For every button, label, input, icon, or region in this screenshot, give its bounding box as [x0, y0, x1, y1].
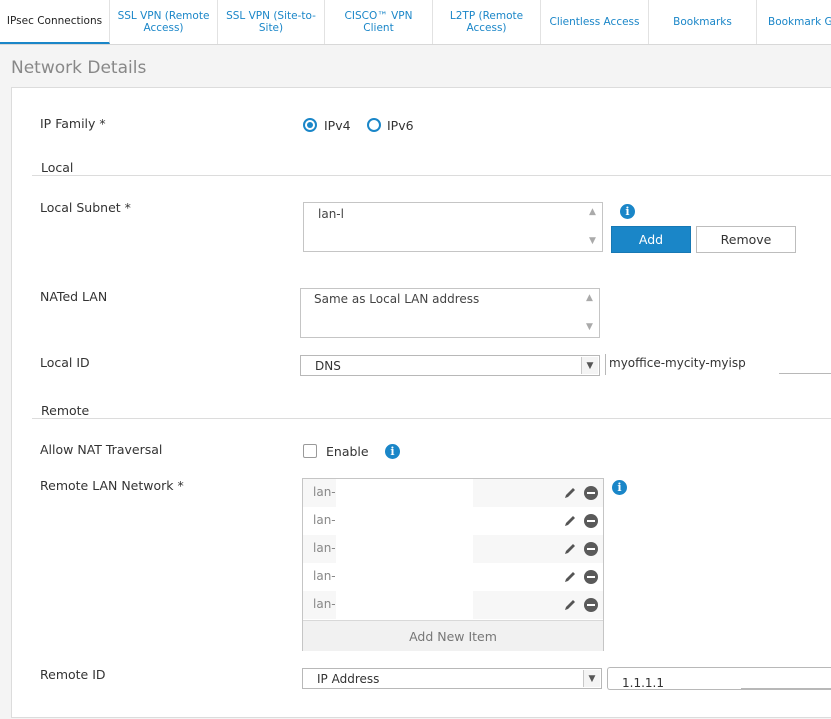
list-item-label: lan-	[313, 541, 336, 555]
scroll-up-icon[interactable]: ▲	[586, 294, 593, 303]
chevron-down-icon[interactable]: ▼	[583, 670, 600, 687]
pencil-icon[interactable]	[563, 514, 577, 528]
pencil-icon[interactable]	[563, 486, 577, 500]
remote-id-value: 1.1.1.1	[622, 676, 664, 690]
list-item[interactable]: lan-	[303, 479, 603, 507]
ipv6-radio-label: IPv6	[387, 118, 414, 133]
minus-circle-icon[interactable]	[584, 514, 598, 528]
scroll-down-icon[interactable]: ▼	[586, 323, 593, 332]
minus-circle-icon[interactable]	[584, 486, 598, 500]
nat-traversal-checkbox-label: Enable	[326, 444, 369, 459]
local-id-label: Local ID	[40, 355, 90, 370]
minus-circle-icon[interactable]	[584, 598, 598, 612]
section-title: Network Details	[11, 58, 147, 78]
remote-divider	[32, 418, 831, 419]
remote-id-type-value: IP Address	[317, 672, 380, 686]
ipv4-radio-label: IPv4	[324, 118, 351, 133]
local-subnet-label: Local Subnet *	[40, 200, 131, 215]
tab-ssl-vpn-remote-access[interactable]: SSL VPN (Remote Access)	[110, 0, 218, 44]
nat-traversal-checkbox[interactable]	[303, 444, 317, 458]
remote-id-field-end	[741, 668, 831, 689]
pencil-icon[interactable]	[563, 570, 577, 584]
local-subnet-scrollbar[interactable]: ▲ ▼	[586, 203, 602, 251]
info-icon[interactable]: i	[620, 204, 635, 219]
pencil-icon[interactable]	[563, 542, 577, 556]
scroll-down-icon[interactable]: ▼	[589, 237, 596, 246]
local-divider	[32, 175, 831, 176]
chevron-down-icon[interactable]: ▼	[581, 357, 598, 374]
list-item[interactable]: lan-	[303, 591, 603, 619]
local-heading: Local	[41, 160, 74, 175]
add-new-item-button[interactable]: Add New Item	[303, 620, 603, 651]
tab-clientless-access[interactable]: Clientless Access	[541, 0, 649, 44]
remote-lan-network-list: lan- lan- lan- lan- lan- Add New Item	[302, 478, 604, 651]
list-item-label: lan-	[313, 485, 336, 499]
nated-lan-field[interactable]: Same as Local LAN address ▲ ▼	[300, 288, 600, 338]
list-item[interactable]: lan-	[303, 563, 603, 591]
scroll-up-icon[interactable]: ▲	[589, 208, 596, 217]
tab-ssl-vpn-site-to-site[interactable]: SSL VPN (Site-to-Site)	[218, 0, 325, 44]
tab-l2tp-remote-access[interactable]: L2TP (Remote Access)	[433, 0, 541, 44]
pencil-icon[interactable]	[563, 598, 577, 612]
ip-family-label: IP Family *	[40, 116, 106, 131]
list-item-label: lan-	[313, 597, 336, 611]
nat-traversal-label: Allow NAT Traversal	[40, 442, 163, 457]
local-id-type-value: DNS	[315, 359, 341, 373]
nated-lan-label: NATed LAN	[40, 289, 108, 304]
ipv6-radio[interactable]	[367, 118, 381, 132]
nated-lan-value: Same as Local LAN address	[314, 292, 480, 306]
minus-circle-icon[interactable]	[584, 570, 598, 584]
tab-cisco-vpn-client[interactable]: CISCO™ VPN Client	[325, 0, 433, 44]
minus-circle-icon[interactable]	[584, 542, 598, 556]
remote-lan-network-label: Remote LAN Network *	[40, 478, 184, 493]
tab-bar: IPsec Connections SSL VPN (Remote Access…	[0, 0, 831, 45]
local-subnet-listbox[interactable]: lan-l ▲ ▼	[303, 202, 603, 252]
remote-id-label: Remote ID	[40, 667, 106, 682]
tab-ipsec-connections[interactable]: IPsec Connections	[0, 0, 110, 44]
info-icon[interactable]: i	[385, 444, 400, 459]
add-button[interactable]: Add	[611, 226, 691, 253]
list-item[interactable]: lan-	[303, 535, 603, 563]
list-item-label: lan-	[313, 569, 336, 583]
nated-lan-scrollbar[interactable]: ▲ ▼	[583, 289, 599, 337]
local-subnet-value: lan-l	[318, 207, 344, 221]
list-item-label: lan-	[313, 513, 336, 527]
local-id-type-select[interactable]: DNS ▼	[300, 355, 600, 376]
ipv4-radio[interactable]	[303, 118, 317, 132]
tab-bookmarks[interactable]: Bookmarks	[649, 0, 757, 44]
tab-bookmark-groups[interactable]: Bookmark Gr	[757, 0, 831, 44]
local-id-input[interactable]: myoffice-mycity-myisp	[605, 354, 831, 375]
list-item[interactable]: lan-	[303, 507, 603, 535]
remove-button[interactable]: Remove	[696, 226, 796, 253]
local-id-value: myoffice-mycity-myisp	[609, 356, 746, 370]
remote-heading: Remote	[41, 403, 90, 418]
remote-id-type-select[interactable]: IP Address ▼	[302, 668, 602, 689]
info-icon[interactable]: i	[612, 480, 627, 495]
